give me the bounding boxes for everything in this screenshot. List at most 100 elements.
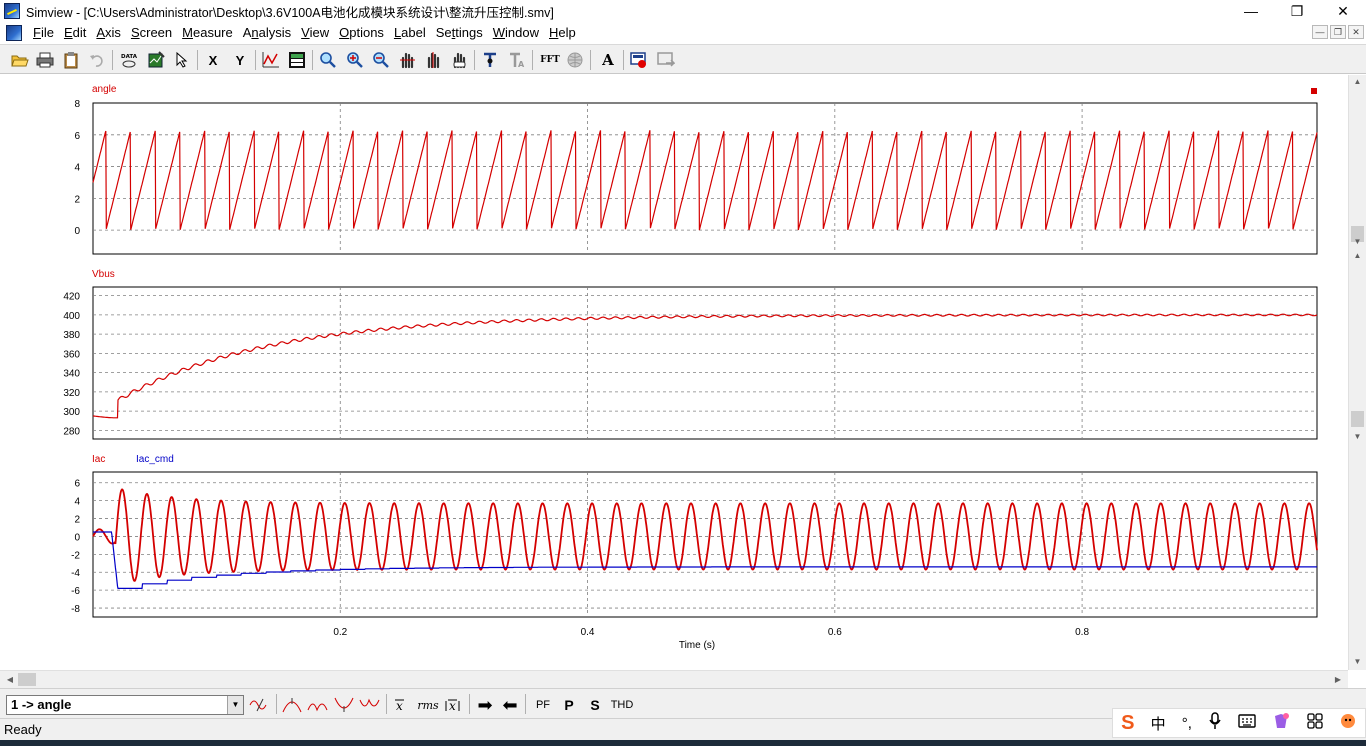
plot-frame[interactable] (92, 286, 1318, 440)
plot-setup-icon[interactable] (145, 49, 167, 71)
minimize-button[interactable]: — (1228, 0, 1274, 22)
menu-axis[interactable]: Axis (91, 22, 126, 43)
y-tick-label: 0 (74, 226, 80, 237)
ime-microphone-icon[interactable] (1208, 712, 1222, 734)
plot-frame[interactable] (92, 471, 1318, 618)
mdi-close-button[interactable]: ✕ (1348, 25, 1364, 39)
scroll-up-arrow-icon[interactable]: ▲ (1349, 75, 1366, 89)
zoom-in-icon[interactable] (344, 49, 366, 71)
rms-button[interactable]: rms (414, 695, 442, 715)
arrow-right-icon[interactable]: ➡ (474, 695, 496, 715)
scroll-down-arrow-icon[interactable]: ▼ (1349, 655, 1366, 669)
screen-3[interactable]: -8 -6 -4 -2 0 2 4 6 Iac Iac_cmd 0.2 0.4 0.6 0.8 Time (… (71, 454, 1318, 651)
mean-icon[interactable]: x (390, 695, 412, 715)
add-curve-icon[interactable] (260, 49, 282, 71)
horizontal-scrollbar[interactable]: ◀ ▶ (0, 670, 1348, 688)
status-text: Ready (4, 722, 42, 737)
mdi-restore-button[interactable]: ❐ (1330, 25, 1346, 39)
undo-icon[interactable] (86, 49, 108, 71)
pan-horizontal-icon[interactable] (396, 49, 418, 71)
vertical-scrollbar[interactable]: ▲ ▼ ▲ ▼ ▼ (1348, 75, 1366, 670)
document-icon[interactable] (6, 24, 22, 41)
print-icon[interactable] (34, 49, 56, 71)
ime-chinese-mode[interactable]: 中 (1151, 713, 1166, 734)
screen-1[interactable]: 0 2 4 6 8 angle (74, 84, 1318, 255)
title-bar: Simview - [C:\Users\Administrator\Deskto… (0, 0, 1366, 22)
pan-vertical-icon[interactable] (422, 49, 444, 71)
y-tick-label: 320 (63, 388, 80, 399)
pan-hand-icon[interactable] (448, 49, 470, 71)
legend-angle[interactable]: angle (92, 84, 117, 95)
ime-skin-icon[interactable] (1272, 712, 1290, 734)
next-min-icon[interactable] (358, 695, 382, 715)
menu-help[interactable]: Help (544, 22, 581, 43)
menu-edit[interactable]: Edit (59, 22, 91, 43)
dropdown-arrow-icon[interactable]: ▼ (227, 696, 243, 714)
ime-apps-icon[interactable] (1306, 713, 1323, 733)
simview-app-icon[interactable] (4, 3, 20, 19)
thd-button[interactable]: THD (608, 695, 636, 715)
scroll-right-arrow-icon[interactable]: ▶ (1330, 671, 1346, 688)
pf-button[interactable]: PF (530, 695, 556, 715)
screen-2[interactable]: 280 300 320 340 360 380 400 420 Vbus (63, 269, 1318, 440)
horizontal-scroll-thumb[interactable] (18, 673, 36, 686)
scroll-down-arrow-icon[interactable]: ▼ (1349, 235, 1366, 249)
x-axis-label: Time (s) (679, 640, 715, 651)
menu-window[interactable]: Window (488, 22, 544, 43)
select-pointer-icon[interactable] (171, 49, 193, 71)
scroll-left-arrow-icon[interactable]: ◀ (2, 671, 18, 688)
menu-settings[interactable]: Settings (431, 22, 488, 43)
measure-icon[interactable] (479, 49, 501, 71)
s-button[interactable]: S (584, 695, 606, 715)
max-icon[interactable] (280, 695, 304, 715)
legend-iac-cmd[interactable]: Iac_cmd (136, 454, 174, 465)
legend-iac[interactable]: Iac (92, 454, 105, 465)
p-button[interactable]: P (558, 695, 580, 715)
menu-view[interactable]: View (296, 22, 334, 43)
add-screen-icon[interactable] (286, 49, 308, 71)
clipboard-icon[interactable] (60, 49, 82, 71)
plot-frame[interactable] (92, 102, 1318, 255)
zoom-icon[interactable] (317, 49, 339, 71)
function-waveform-icon[interactable] (248, 695, 272, 715)
ime-mascot-icon[interactable] (1339, 712, 1357, 734)
export-screen-icon[interactable] (655, 49, 677, 71)
legend-vbus[interactable]: Vbus (92, 269, 115, 280)
y-tick-label: -2 (71, 550, 80, 561)
scroll-up-arrow-icon[interactable]: ▲ (1349, 249, 1366, 263)
y-tick-label: 280 (63, 426, 80, 437)
min-icon[interactable] (332, 695, 356, 715)
menu-file[interactable]: File (28, 22, 59, 43)
zoom-out-icon[interactable] (370, 49, 392, 71)
waveform-charts[interactable]: 02468angle280300320340360380400420Vbus-8… (0, 75, 1348, 670)
screen2-scroll-thumb[interactable] (1351, 411, 1364, 427)
measure-text-icon[interactable]: A (506, 49, 528, 71)
scroll-down-arrow-icon[interactable]: ▼ (1349, 430, 1366, 444)
x-axis-button[interactable]: X (202, 49, 224, 71)
mdi-minimize-button[interactable]: — (1312, 25, 1328, 39)
plot-area[interactable]: 0 2 4 6 8 angle 280 300 320 340 360 380 400 420 Vbus -8… (0, 75, 1348, 670)
ime-punctuation[interactable]: °, (1182, 715, 1192, 732)
next-max-icon[interactable] (306, 695, 330, 715)
menu-label[interactable]: Label (389, 22, 431, 43)
variable-select[interactable]: 1 -> angle ▼ (6, 695, 244, 715)
grid-sphere-icon[interactable] (564, 49, 586, 71)
maximize-button[interactable]: ❐ (1274, 0, 1320, 22)
y-axis-button[interactable]: Y (229, 49, 251, 71)
screen-marker-icon[interactable] (1311, 88, 1317, 94)
ime-keyboard-icon[interactable] (1238, 713, 1256, 733)
abs-mean-icon[interactable]: x (443, 695, 465, 715)
menu-analysis[interactable]: Analysis (238, 22, 296, 43)
close-button[interactable]: ✕ (1320, 0, 1366, 22)
menu-screen[interactable]: Screen (126, 22, 177, 43)
ime-logo-icon[interactable]: S (1121, 712, 1134, 735)
open-file-icon[interactable] (9, 49, 31, 71)
arrow-left-icon[interactable]: ⬅ (499, 695, 521, 715)
record-screen-icon[interactable] (628, 49, 650, 71)
menu-measure[interactable]: Measure (177, 22, 238, 43)
ime-toolbar[interactable]: S 中 °, (1112, 708, 1366, 738)
data-display-icon[interactable]: DATA (118, 49, 140, 71)
fft-button[interactable]: FFT (538, 49, 562, 71)
text-label-button[interactable]: A (597, 49, 619, 71)
menu-options[interactable]: Options (334, 22, 389, 43)
